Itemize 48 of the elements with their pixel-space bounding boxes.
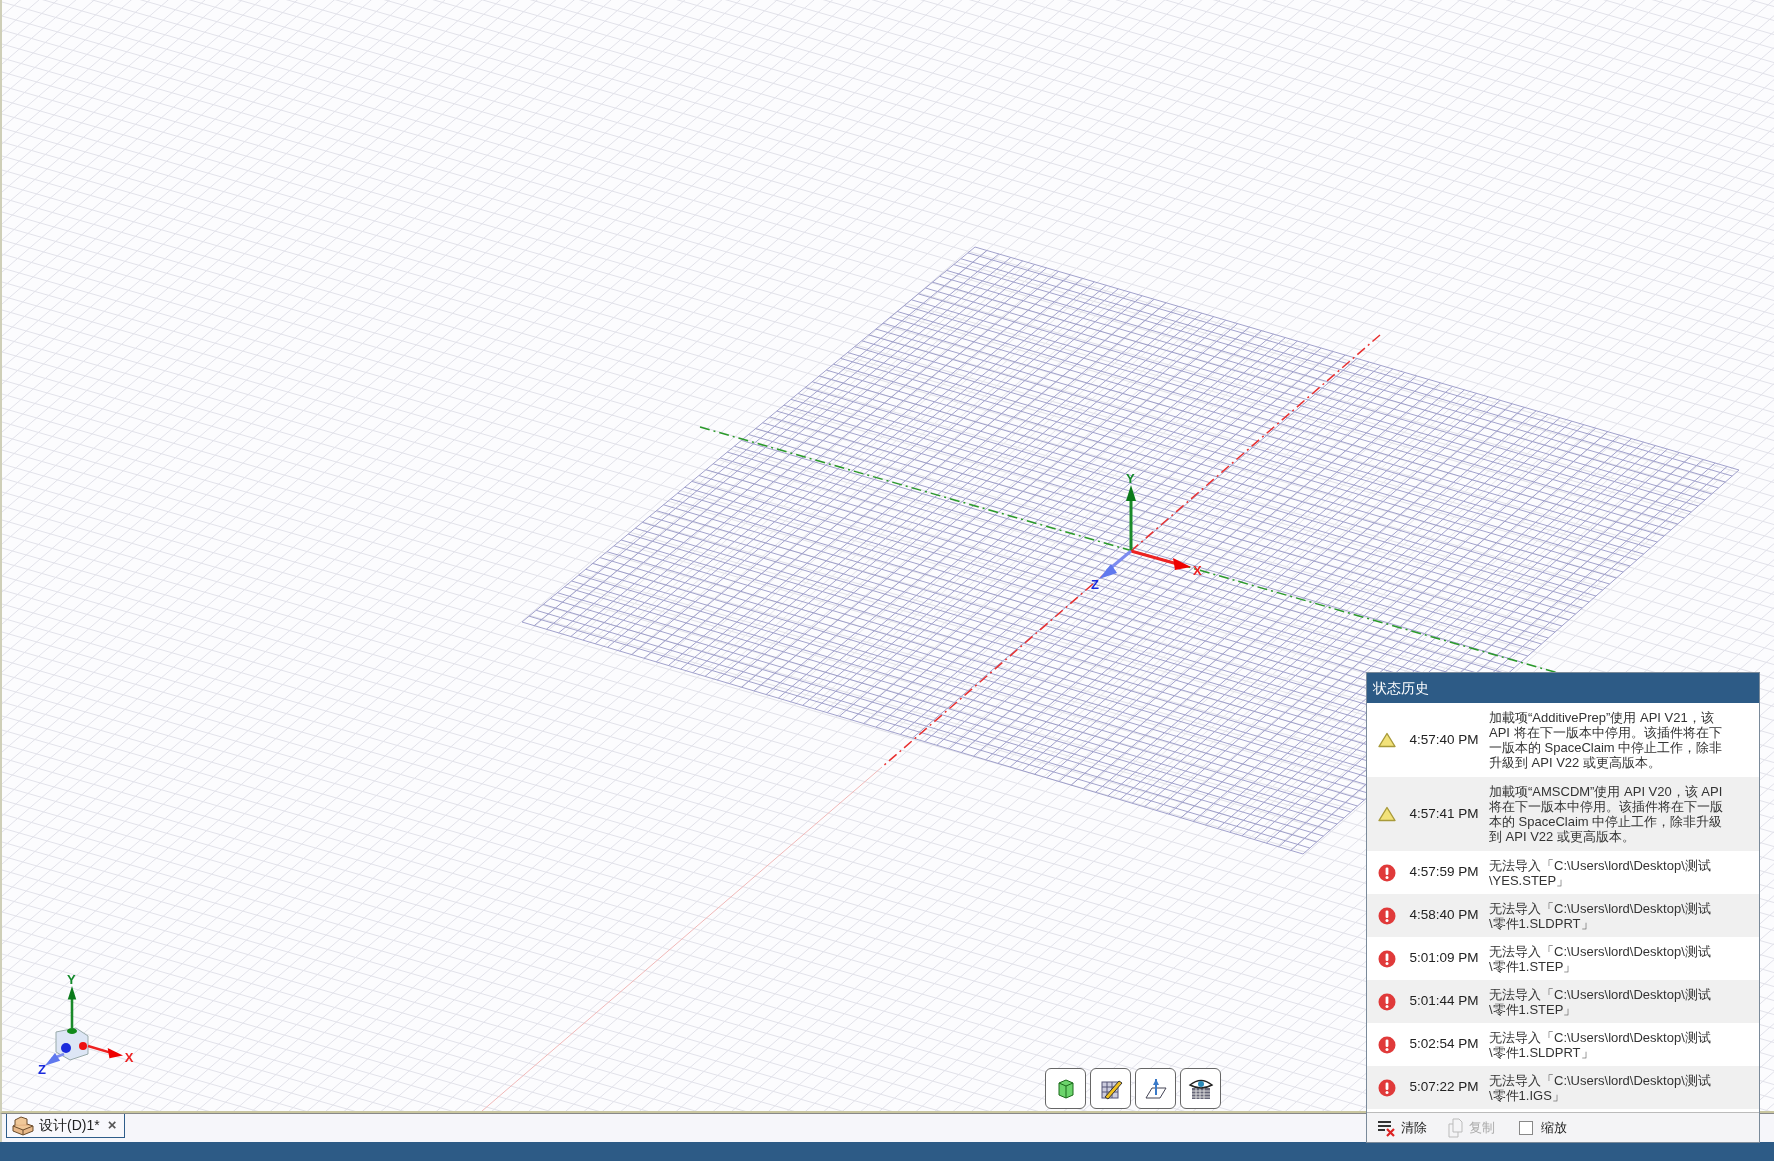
entry-time: 4:58:40 PM <box>1408 906 1480 925</box>
entry-message: 无法导入「C:\Users\lord\Desktop\测试\零件1.SLDPRT」 <box>1489 1029 1712 1060</box>
toolbar-button[interactable] <box>1090 1068 1131 1109</box>
error-icon <box>1378 949 1396 968</box>
plane-arrow-icon <box>1143 1076 1168 1101</box>
toolbar-button[interactable] <box>1135 1068 1176 1109</box>
axis-label: Y <box>67 972 76 988</box>
error-icon <box>1378 863 1396 882</box>
axis-label: X <box>124 1050 134 1066</box>
entry-time: 5:07:22 PM <box>1408 1078 1480 1097</box>
entry-message: 无法导入「C:\Users\lord\Desktop\测试\YES.STEP」 <box>1489 857 1712 888</box>
toolbar-button[interactable] <box>1045 1068 1086 1109</box>
document-tab[interactable]: 设计(D)1* × <box>6 1114 126 1138</box>
entry-time: 5:02:54 PM <box>1408 1035 1480 1054</box>
axis-label: Z <box>38 1062 46 1078</box>
axis-label: Z <box>1091 577 1099 592</box>
toolbar-button[interactable] <box>1180 1068 1221 1109</box>
entry-time: 5:01:44 PM <box>1408 992 1480 1011</box>
zoom-checkbox[interactable]: 缩放 <box>1519 1117 1567 1138</box>
entry-time: 4:57:40 PM <box>1408 730 1480 749</box>
axis-label: X <box>1193 563 1202 578</box>
entry-message: 无法导入「C:\Users\lord\Desktop\测试\零件1.IGS」 <box>1489 1072 1712 1103</box>
cube-icon <box>1055 1077 1076 1100</box>
warning-icon <box>1378 732 1396 748</box>
tab-label: 设计(D)1* <box>39 1116 100 1135</box>
entry-time: 5:01:09 PM <box>1408 949 1480 968</box>
clear-button[interactable]: 清除 <box>1373 1117 1431 1138</box>
clear-list-icon <box>1377 1118 1397 1137</box>
entry-time: 4:57:41 PM <box>1408 804 1480 823</box>
status-entry[interactable]: 5:01:44 PM 无法导入「C:\Users\lord\Desktop\测试\零件1.STEP」 <box>1367 980 1759 1023</box>
error-icon <box>1378 906 1396 925</box>
entry-message: 无法导入「C:\Users\lord\Desktop\测试\零件1.SLDPRT」 <box>1489 900 1712 931</box>
entry-message: 加載项“AMSCDM”使用 API V20，该 API 将在下一版本中停用。该插件将在下一版本的 SpaceClaim 中停止工作，除非升級到 API V22 或更高版本。 <box>1489 784 1724 844</box>
panel-title: 状态历史 <box>1367 673 1759 703</box>
entry-message: 加載项“AdditivePrep”使用 API V21，该 API 将在下一版本中停用。该插件将在下一版本的 SpaceClaim 中停止工作，除非升級到 API V22 或更高版本。 <box>1489 710 1724 770</box>
status-entry[interactable]: 4:58:40 PM 无法导入「C:\Users\lord\Desktop\测试\零件1.SLDPRT」 <box>1367 894 1759 937</box>
warning-icon <box>1378 806 1396 822</box>
axis-label: Y <box>1126 471 1135 486</box>
close-button[interactable]: × <box>103 1114 121 1137</box>
status-entry[interactable]: 5:07:22 PM 无法导入「C:\Users\lord\Desktop\测试\零件1.IGS」 <box>1367 1066 1759 1109</box>
entry-time: 4:57:59 PM <box>1408 863 1480 882</box>
error-icon <box>1378 1035 1396 1054</box>
entry-message: 无法导入「C:\Users\lord\Desktop\测试\零件1.STEP」 <box>1489 943 1712 974</box>
part-icon <box>11 1115 35 1136</box>
entry-message: 无法导入「C:\Users\lord\Desktop\测试\零件1.STEP」 <box>1489 986 1712 1017</box>
error-icon <box>1378 992 1396 1011</box>
error-icon <box>1378 1078 1396 1097</box>
copy-icon <box>1447 1117 1465 1138</box>
